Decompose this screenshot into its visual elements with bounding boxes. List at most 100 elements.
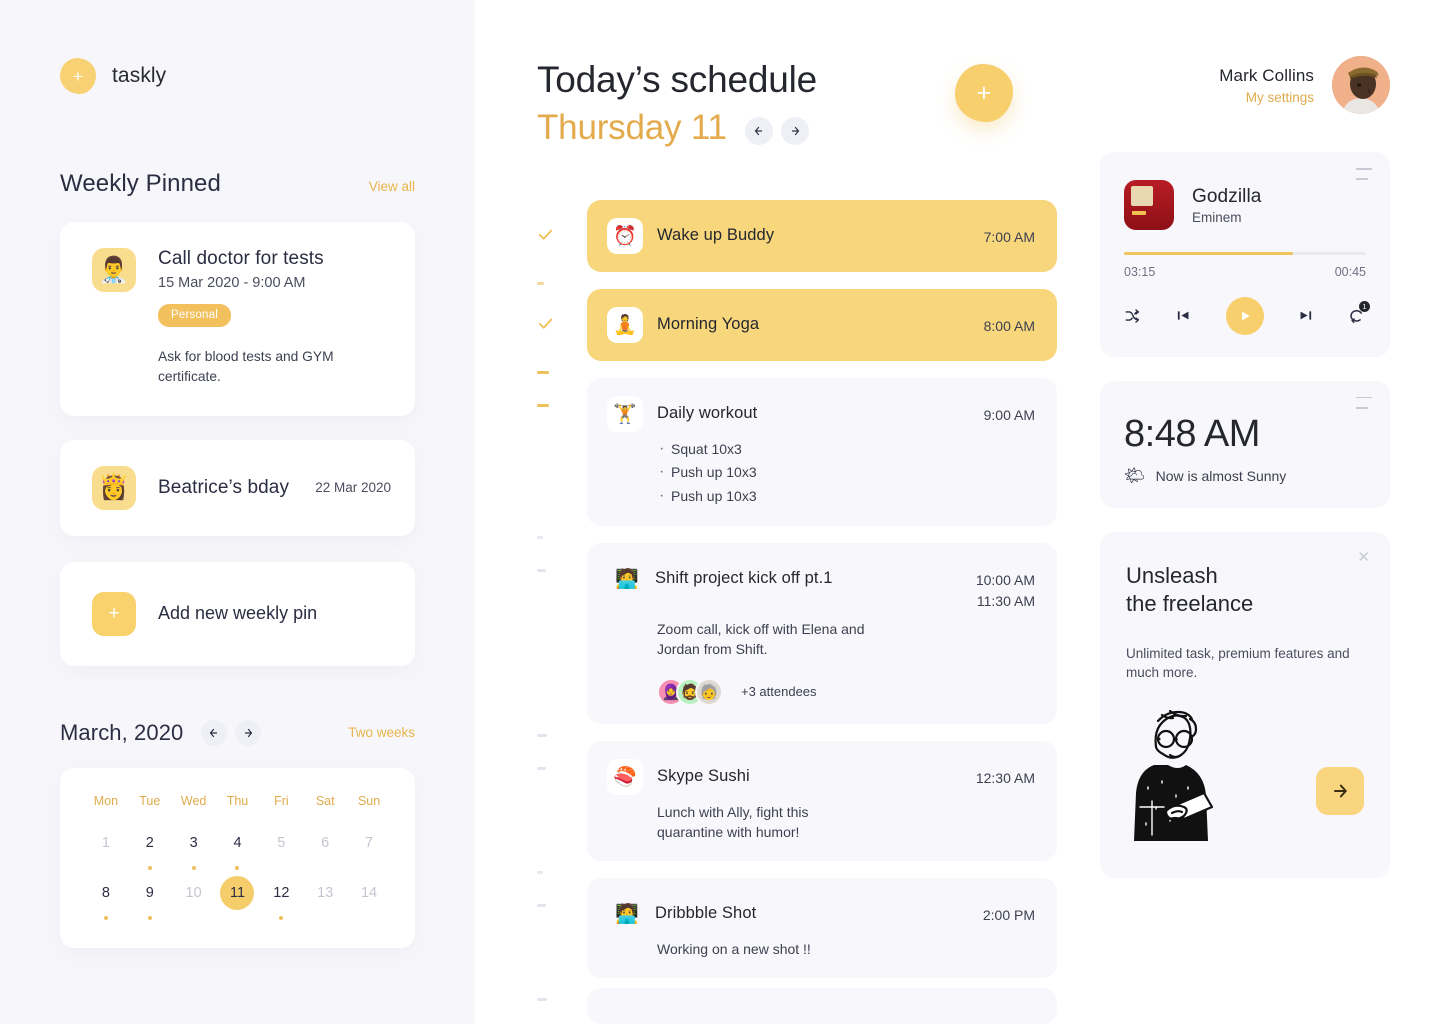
schedule-item-partial[interactable] <box>537 987 1057 1024</box>
brand[interactable]: + taskly <box>60 58 415 94</box>
schedule-item[interactable]: 🏋️Daily workout9:00 AMSquat 10x3Push up … <box>537 377 1057 527</box>
calendar-day-cell[interactable]: 14 <box>347 876 391 926</box>
pin-title: Beatrice’s bday <box>158 476 290 498</box>
schedule-item[interactable]: ⏰ Wake up Buddy 7:00 AM <box>537 199 1057 272</box>
add-pin-label: Add new weekly pin <box>158 603 318 624</box>
task-title: Skype Sushi <box>657 766 750 785</box>
timeline-marker[interactable] <box>537 878 587 907</box>
calendar-day-cell[interactable]: 5 <box>259 826 303 876</box>
repeat-icon[interactable]: 1 <box>1347 301 1370 325</box>
pinned-card-bday[interactable]: 👸 Beatrice’s bday 22 Mar 2020 <box>60 439 415 536</box>
calendar-range-toggle[interactable]: Two weeks <box>348 725 415 740</box>
schedule-card[interactable]: 🏋️Daily workout9:00 AMSquat 10x3Push up … <box>587 377 1057 527</box>
view-all-link[interactable]: View all <box>369 179 415 194</box>
task-checklist: Squat 10x3Push up 10x3Push up 10x3 <box>657 436 1035 509</box>
play-button[interactable] <box>1225 296 1264 335</box>
task-description: Zoom call, kick off with Elena and Jorda… <box>657 621 865 658</box>
arrow-right-icon <box>245 728 253 737</box>
calendar-day-cell[interactable]: 11 <box>216 875 260 926</box>
calendar-day-number[interactable]: 3 <box>177 826 211 860</box>
calendar-day-number[interactable]: 14 <box>352 876 386 910</box>
calendar-day-number[interactable]: 8 <box>89 876 123 910</box>
status-badge: Personal <box>158 304 231 327</box>
calendar-day-cell[interactable]: 12 <box>259 876 303 926</box>
task-time-value: 8:00 AM <box>983 317 1035 334</box>
close-icon[interactable]: ✕ <box>1357 550 1370 565</box>
next-day-button[interactable] <box>780 116 809 145</box>
calendar-day-number[interactable]: 5 <box>264 826 298 860</box>
next-track-icon[interactable] <box>1297 307 1314 324</box>
page-title: Today’s schedule <box>537 59 817 100</box>
schedule-item[interactable]: 🍣 Skype Sushi 12:30 AM Lunch with Ally, fig… <box>537 740 1057 861</box>
calendar-day-number[interactable]: 12 <box>264 876 298 910</box>
calendar-day-number[interactable]: 2 <box>133 826 167 860</box>
calendar-day-number[interactable]: 1 <box>89 826 123 860</box>
menu-icon[interactable] <box>1356 168 1372 180</box>
task-checklist-item[interactable]: Push up 10x3 <box>657 459 1035 485</box>
timeline-marker[interactable] <box>537 378 587 407</box>
schedule-card[interactable] <box>587 987 1057 1024</box>
task-emoji-icon: ⏰ <box>607 217 643 254</box>
calendar-day-cell[interactable]: 1 <box>84 826 128 876</box>
add-weekly-pin-button[interactable]: + Add new weekly pin <box>60 561 415 666</box>
timeline-gap <box>537 370 1057 374</box>
calendar-day-number[interactable]: 9 <box>133 876 167 910</box>
schedule-card[interactable]: ⏰ Wake up Buddy 7:00 AM <box>587 199 1057 272</box>
task-time-value: 7:00 AM <box>983 228 1035 245</box>
calendar-day-cell[interactable]: 6 <box>303 826 347 876</box>
task-checklist-item[interactable]: Push up 10x3 <box>657 483 1035 509</box>
elapsed-time: 03:15 <box>1124 264 1156 279</box>
calendar-day-number[interactable]: 6 <box>308 826 342 860</box>
previous-day-button[interactable] <box>744 116 773 145</box>
calendar-day-cell[interactable]: 13 <box>303 876 347 926</box>
menu-icon[interactable] <box>1356 396 1372 409</box>
calendar-day-cell[interactable]: 2 <box>128 826 172 876</box>
task-description: Working on a new shot !! <box>657 940 811 957</box>
promo-subtitle: Unlimited task, premium features and muc… <box>1126 645 1350 681</box>
previous-track-icon[interactable] <box>1175 307 1192 324</box>
schedule-item[interactable]: 🧑‍💻 Dribbble Shot 2:00 PM Working on a new … <box>537 877 1057 978</box>
task-body: Zoom call, kick off with Elena and Jorda… <box>607 620 1035 706</box>
play-icon <box>1241 311 1250 320</box>
calendar-day-cell[interactable]: 4 <box>216 826 260 876</box>
calendar-day-number[interactable]: 4 <box>220 826 254 860</box>
calendar-prev-button[interactable] <box>201 719 228 746</box>
timeline-marker[interactable] <box>537 741 587 770</box>
shuffle-icon[interactable] <box>1124 307 1142 325</box>
schedule-card[interactable]: 🧑‍💻 Dribbble Shot 2:00 PM Working on a new … <box>587 877 1057 978</box>
calendar-day-number[interactable]: 7 <box>352 826 386 860</box>
calendar-day-number[interactable]: 13 <box>308 876 342 910</box>
calendar-weekday-row: Mon Tue Wed Thu Fri Sat Sun <box>84 794 391 826</box>
timeline-marker[interactable] <box>537 200 587 243</box>
schedule-card[interactable]: 🍣 Skype Sushi 12:30 AM Lunch with Ally, fig… <box>587 740 1057 861</box>
pinned-card-doctor[interactable]: 👨‍⚕️ Call doctor for tests 15 Mar 2020 -… <box>60 222 415 416</box>
task-checklist-item[interactable]: Squat 10x3 <box>657 436 1035 462</box>
schedule-card[interactable]: 🧘 Morning Yoga 8:00 AM <box>587 288 1057 361</box>
schedule-card[interactable]: 🧑‍💻 Shift project kick off pt.1 10:00 AM 11… <box>587 543 1057 724</box>
user-profile[interactable]: Mark Collins My settings <box>1100 56 1390 114</box>
calendar-day-number[interactable]: 10 <box>177 876 211 910</box>
attendees-row[interactable]: 🧕 🧔 🧓 +3 attendees <box>657 677 1035 706</box>
task-time-value: 10:00 AM <box>975 572 1035 589</box>
timeline-dash <box>537 403 549 407</box>
calendar-day-cell[interactable]: 3 <box>172 826 216 876</box>
calendar-next-button[interactable] <box>235 719 262 746</box>
avatar[interactable] <box>1332 56 1390 114</box>
schedule-item[interactable]: 🧘 Morning Yoga 8:00 AM <box>537 288 1057 361</box>
timeline-marker[interactable] <box>537 543 587 573</box>
timeline-marker[interactable] <box>537 289 587 332</box>
task-title: Shift project kick off pt.1 <box>655 569 833 588</box>
task-title: Wake up Buddy <box>657 225 775 244</box>
calendar-day-cell[interactable]: 8 <box>84 876 128 926</box>
calendar-day-selected[interactable]: 11 <box>220 875 255 910</box>
add-task-button[interactable]: + <box>954 64 1013 122</box>
my-settings-link[interactable]: My settings <box>1219 90 1314 105</box>
promo-cta-button[interactable] <box>1316 766 1364 815</box>
calendar-event-dot <box>147 915 152 920</box>
schedule-item[interactable]: 🧑‍💻 Shift project kick off pt.1 10:00 AM 11… <box>537 543 1057 724</box>
calendar-day-cell[interactable]: 9 <box>128 876 172 926</box>
check-icon <box>537 226 587 243</box>
calendar-day-cell[interactable]: 10 <box>172 876 216 926</box>
playback-progress-bar[interactable] <box>1124 252 1366 255</box>
calendar-day-cell[interactable]: 7 <box>347 826 391 876</box>
